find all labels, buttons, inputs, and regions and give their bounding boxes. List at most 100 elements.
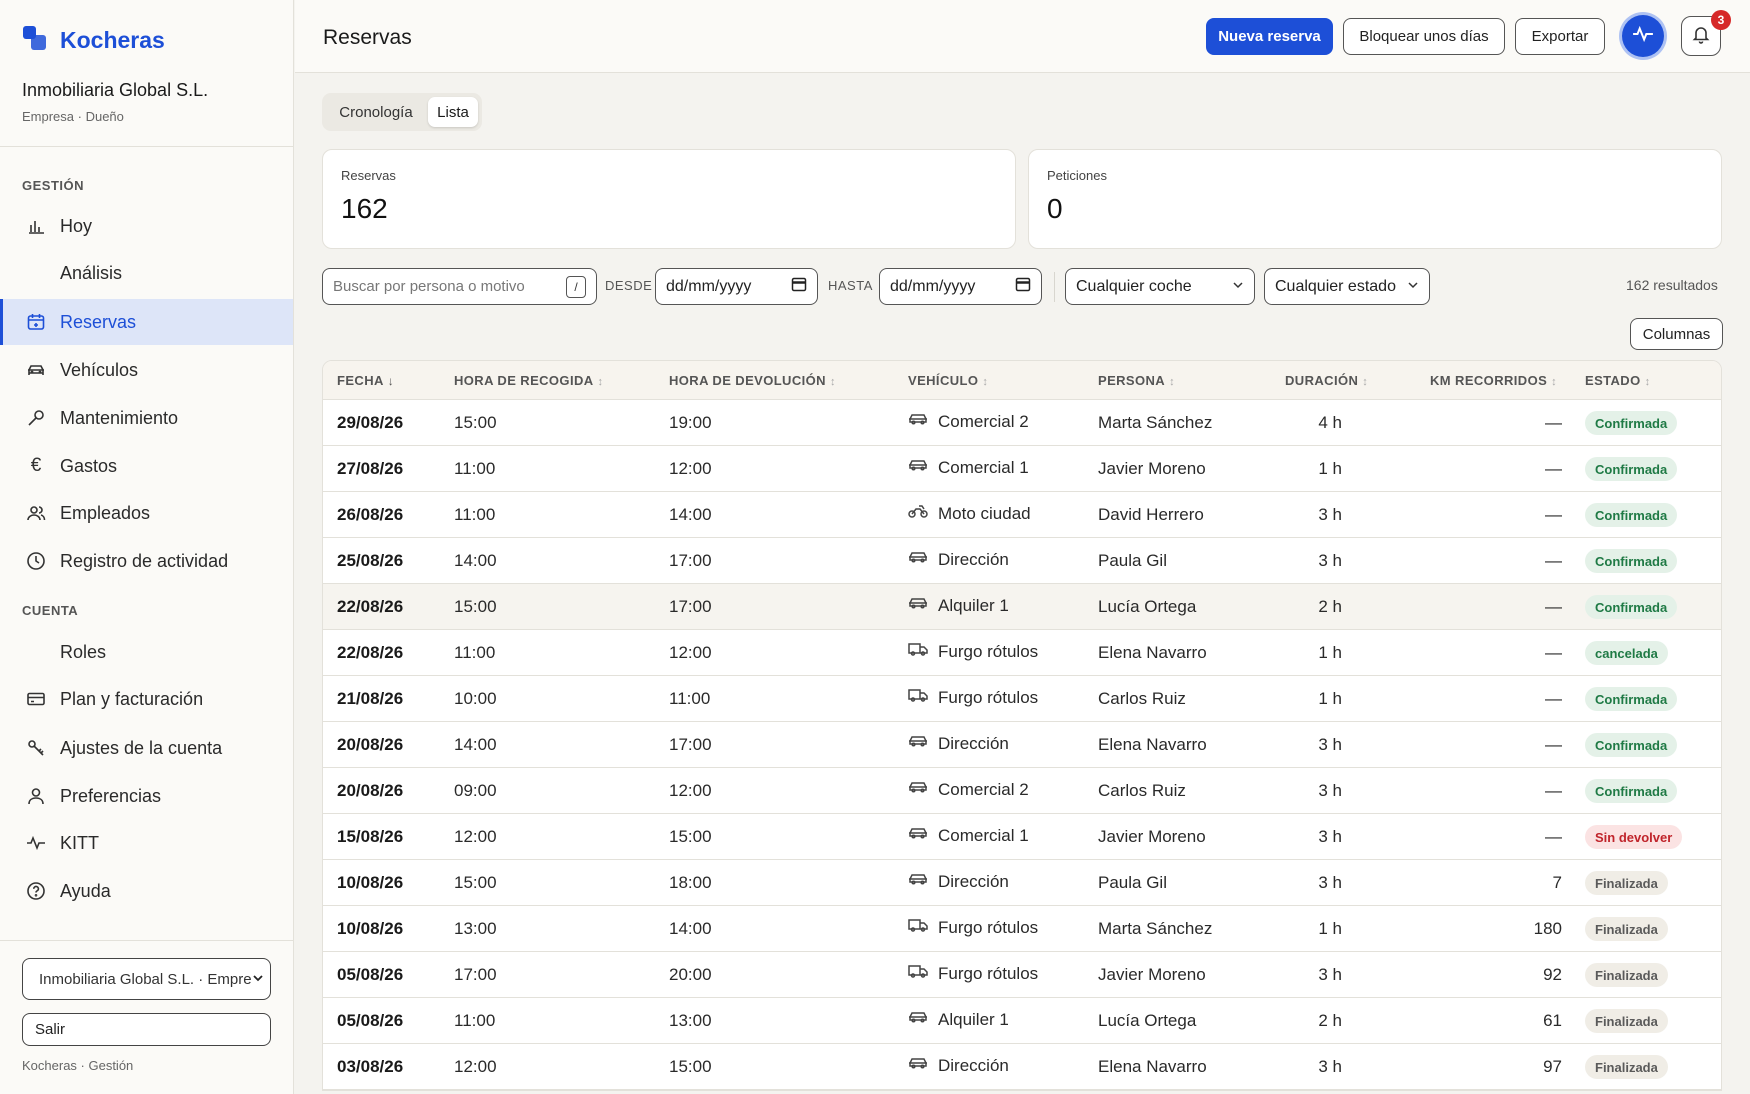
sidebar-item-analisis[interactable]: Análisis bbox=[0, 250, 293, 296]
cell-person: Lucía Ortega bbox=[1098, 597, 1197, 616]
cell-date: 22/08/26 bbox=[337, 643, 404, 662]
sidebar-item-registro[interactable]: Registro de actividad bbox=[0, 538, 293, 584]
cell-person: Marta Sánchez bbox=[1098, 919, 1213, 938]
cell-person: Lucía Ortega bbox=[1098, 1011, 1197, 1030]
sidebar-item-ajustes[interactable]: Ajustes de la cuenta bbox=[0, 725, 293, 771]
sidebar-item-hoy[interactable]: Hoy bbox=[0, 203, 293, 249]
status-badge: Finalizada bbox=[1585, 1055, 1668, 1079]
table-row[interactable]: 10/08/26 13:00 14:00 Furgo rótulos Marta Sán… bbox=[323, 906, 1721, 952]
table-row[interactable]: 20/08/26 14:00 17:00 Dirección Elena Navarro… bbox=[323, 722, 1721, 768]
columns-button[interactable]: Columnas bbox=[1630, 318, 1723, 350]
table-row[interactable]: 21/08/26 10:00 11:00 Furgo rótulos Carlos Ru… bbox=[323, 676, 1721, 722]
table-row[interactable]: 05/08/26 17:00 20:00 Furgo rótulos Javier Mo… bbox=[323, 952, 1721, 998]
cell-km: — bbox=[1545, 689, 1562, 708]
column-header-hora-devolucion[interactable]: HORA DE DEVOLUCIÓN ↕ bbox=[669, 373, 836, 388]
select-value: Cualquier estado bbox=[1275, 277, 1396, 295]
column-header-duracion[interactable]: DURACIÓN ↕ bbox=[1285, 373, 1368, 388]
new-booking-button[interactable]: Nueva reserva bbox=[1206, 18, 1333, 55]
cell-person: Javier Moreno bbox=[1098, 965, 1206, 984]
sort-icon: ↕ bbox=[982, 376, 989, 388]
table-row[interactable]: 05/08/26 11:00 13:00 Alquiler 1 Lucía Ortega… bbox=[323, 998, 1721, 1044]
sidebar-item-reservas[interactable]: Reservas bbox=[0, 299, 293, 345]
table-row[interactable]: 26/08/26 11:00 14:00 Moto ciudad David Herre… bbox=[323, 492, 1721, 538]
cell-vehicle: Comercial 1 bbox=[908, 825, 1029, 846]
cell-pickup-time: 11:00 bbox=[454, 1011, 496, 1030]
sidebar-item-preferencias[interactable]: Preferencias bbox=[0, 773, 293, 819]
vehicle-name: Alquiler 1 bbox=[938, 1009, 1009, 1029]
logout-button[interactable]: Salir bbox=[22, 1013, 271, 1046]
cell-km: — bbox=[1545, 413, 1562, 432]
cell-km: — bbox=[1545, 735, 1562, 754]
sidebar-item-mantenimiento[interactable]: Mantenimiento bbox=[0, 395, 293, 441]
kitt-button[interactable] bbox=[1622, 15, 1664, 57]
sidebar-item-label: Preferencias bbox=[60, 785, 162, 806]
chevron-down-icon bbox=[1407, 278, 1419, 296]
calendar-icon bbox=[1015, 276, 1031, 297]
date-to-field[interactable]: dd/mm/yyyy bbox=[879, 268, 1042, 305]
car-icon bbox=[908, 733, 928, 754]
users-icon bbox=[26, 503, 46, 523]
cell-return-time: 12:00 bbox=[669, 781, 712, 800]
cell-vehicle: Furgo rótulos bbox=[908, 687, 1038, 708]
block-days-button[interactable]: Bloquear unos días bbox=[1343, 18, 1505, 55]
table-row[interactable]: 15/08/26 12:00 15:00 Comercial 1 Javier More… bbox=[323, 814, 1721, 860]
car-icon bbox=[908, 1009, 928, 1030]
stat-label: Reservas bbox=[341, 168, 396, 183]
pulse-icon bbox=[26, 833, 46, 853]
car-icon bbox=[908, 457, 928, 478]
sidebar-item-roles[interactable]: Roles bbox=[0, 629, 293, 675]
table-row[interactable]: 29/08/26 15:00 19:00 Comercial 2 Marta Sánch… bbox=[323, 400, 1721, 446]
sidebar-item-plan[interactable]: Plan y facturación bbox=[0, 676, 293, 722]
sidebar-item-gastos[interactable]: € Gastos bbox=[0, 443, 293, 489]
org-info: Inmobiliaria Global S.L. Empresa · Dueño bbox=[22, 80, 208, 124]
table-row[interactable]: 10/08/26 15:00 18:00 Dirección Paula Gil 3 h 7… bbox=[323, 860, 1721, 906]
search-input[interactable] bbox=[333, 278, 553, 295]
column-header-vehiculo[interactable]: VEHÍCULO ↕ bbox=[908, 373, 988, 388]
cell-pickup-time: 09:00 bbox=[454, 781, 497, 800]
org-select[interactable]: Inmobiliaria Global S.L. · Empre bbox=[22, 958, 271, 1000]
tab-cronologia[interactable]: Cronología bbox=[326, 97, 426, 127]
cell-pickup-time: 15:00 bbox=[454, 597, 497, 616]
cell-duration: 3 h bbox=[1318, 873, 1342, 892]
stat-label: Peticiones bbox=[1047, 168, 1107, 183]
sidebar: Kocheras Inmobiliaria Global S.L. Empres… bbox=[0, 0, 294, 1094]
notification-badge: 3 bbox=[1711, 10, 1731, 30]
column-header-fecha[interactable]: FECHA ↓ bbox=[337, 373, 394, 388]
tab-lista[interactable]: Lista bbox=[428, 97, 478, 127]
table-row[interactable]: 27/08/26 11:00 12:00 Comercial 1 Javier More… bbox=[323, 446, 1721, 492]
vehicle-name: Moto ciudad bbox=[938, 503, 1031, 523]
column-header-estado[interactable]: ESTADO ↕ bbox=[1585, 373, 1651, 388]
credit-card-icon bbox=[26, 689, 46, 709]
export-button[interactable]: Exportar bbox=[1515, 18, 1605, 55]
table-row[interactable]: 25/08/26 14:00 17:00 Dirección Paula Gil 3 h —… bbox=[323, 538, 1721, 584]
cell-km: 97 bbox=[1543, 1057, 1562, 1076]
sidebar-item-vehiculos[interactable]: Vehículos bbox=[0, 347, 293, 393]
cell-duration: 3 h bbox=[1318, 1057, 1342, 1076]
org-name: Inmobiliaria Global S.L. bbox=[22, 80, 209, 100]
sidebar-item-ayuda[interactable]: Ayuda bbox=[0, 868, 293, 914]
cell-return-time: 12:00 bbox=[669, 459, 712, 478]
status-filter-select[interactable]: Cualquier estado bbox=[1264, 268, 1430, 305]
cell-km: — bbox=[1545, 597, 1562, 616]
sidebar-item-label: Empleados bbox=[60, 502, 151, 523]
table-row[interactable]: 03/08/26 12:00 15:00 Dirección Elena Navarro… bbox=[323, 1044, 1721, 1090]
table-row[interactable]: 22/08/26 15:00 17:00 Alquiler 1 Lucía Ortega… bbox=[323, 584, 1721, 630]
date-from-field[interactable]: dd/mm/yyyy bbox=[655, 268, 818, 305]
column-header-km[interactable]: KM RECORRIDOS ↕ bbox=[1430, 373, 1557, 388]
vehicle-filter-select[interactable]: Cualquier coche bbox=[1065, 268, 1255, 305]
cell-pickup-time: 11:00 bbox=[454, 643, 496, 662]
cell-date: 03/08/26 bbox=[337, 1057, 404, 1076]
cell-pickup-time: 14:00 bbox=[454, 735, 497, 754]
sort-desc-icon: ↓ bbox=[387, 374, 395, 388]
cell-duration: 3 h bbox=[1318, 827, 1342, 846]
table-row[interactable]: 22/08/26 11:00 12:00 Furgo rótulos Elena Nav… bbox=[323, 630, 1721, 676]
column-header-hora-recogida[interactable]: HORA DE RECOGIDA ↕ bbox=[454, 373, 603, 388]
sidebar-item-empleados[interactable]: Empleados bbox=[0, 490, 293, 536]
van-icon bbox=[908, 641, 928, 662]
brand[interactable]: Kocheras bbox=[22, 24, 165, 57]
column-header-persona[interactable]: PERSONA ↕ bbox=[1098, 373, 1175, 388]
cell-date: 20/08/26 bbox=[337, 735, 404, 754]
cell-return-time: 18:00 bbox=[669, 873, 712, 892]
sidebar-item-kitt[interactable]: KITT bbox=[0, 820, 293, 866]
table-row[interactable]: 20/08/26 09:00 12:00 Comercial 2 Carlos Ruiz… bbox=[323, 768, 1721, 814]
